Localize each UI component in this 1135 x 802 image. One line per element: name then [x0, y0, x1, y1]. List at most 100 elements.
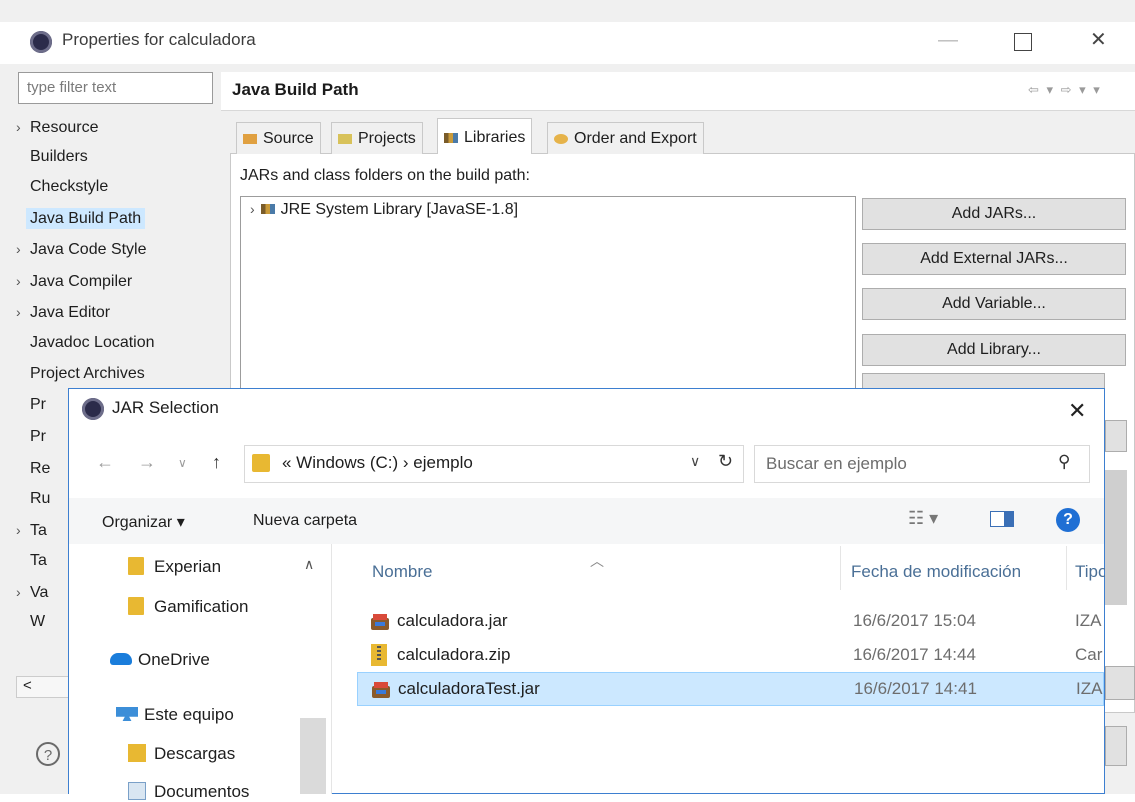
navigation-scrollbar-thumb[interactable]	[300, 718, 326, 794]
tree-item-javadoc-location[interactable]: Javadoc Location	[16, 328, 155, 358]
address-path[interactable]: « Windows (C:) › ejemplo	[282, 453, 473, 473]
zip-icon	[371, 644, 387, 666]
tree-item-checkstyle[interactable]: Checkstyle	[16, 172, 108, 202]
tree-item-label: Project Archives	[30, 365, 145, 382]
tab-source[interactable]: Source	[236, 122, 321, 154]
expand-arrow-icon[interactable]: ›	[250, 201, 255, 217]
folder-icon	[128, 597, 144, 615]
preview-pane-icon[interactable]	[990, 511, 1014, 527]
tree-item-partial[interactable]: › Va	[16, 577, 48, 607]
tree-item-label: Checkstyle	[30, 178, 109, 195]
add-library-button[interactable]: Add Library...	[862, 334, 1126, 366]
tab-label: Libraries	[464, 129, 526, 146]
tree-item-label: Javadoc Location	[30, 334, 155, 351]
expand-arrow-icon[interactable]: ›	[16, 112, 30, 142]
help-icon[interactable]: ?	[36, 742, 60, 766]
add-external-jars-button[interactable]: Add External JARs...	[862, 243, 1126, 275]
tree-item-java-compiler[interactable]: › Java Compiler	[16, 266, 132, 296]
tree-item-partial[interactable]: Pr	[16, 390, 46, 420]
tab-order-and-export[interactable]: Order and Export	[547, 122, 704, 154]
tree-item-java-build-path[interactable]: Java Build Path	[16, 204, 146, 234]
expand-arrow-icon[interactable]: ›	[16, 297, 30, 327]
dialog-toolbar	[69, 498, 1104, 544]
order-export-icon	[554, 133, 568, 144]
filter-input[interactable]: type filter text	[18, 72, 213, 104]
tree-item-java-code-style[interactable]: › Java Code Style	[16, 234, 147, 264]
new-folder-button[interactable]: Nueva carpeta	[253, 512, 357, 530]
nav-item-label: Documentos	[154, 782, 250, 801]
tree-item-partial[interactable]: › Ta	[16, 515, 47, 545]
recent-dropdown-icon[interactable]: ∨	[178, 456, 187, 470]
tree-item-partial[interactable]: Re	[16, 454, 50, 484]
tree-item-builders[interactable]: Builders	[16, 142, 88, 172]
jre-label: JRE System Library [JavaSE-1.8]	[280, 201, 519, 218]
side-button-partial[interactable]	[1105, 726, 1127, 766]
add-variable-button[interactable]: Add Variable...	[862, 288, 1126, 320]
nav-item-este-equipo[interactable]: Este equipo	[116, 705, 234, 725]
tree-item-project-archives[interactable]: Project Archives	[16, 359, 145, 389]
column-header-type[interactable]: Tipo	[1075, 562, 1105, 582]
tree-item-partial[interactable]: Ru	[16, 484, 50, 514]
scroll-left-icon[interactable]: <	[23, 677, 32, 694]
column-divider[interactable]	[1066, 546, 1067, 590]
help-icon[interactable]: ?	[1056, 508, 1080, 532]
nav-item-label: OneDrive	[138, 650, 210, 669]
up-arrow-icon[interactable]: ↑	[212, 452, 221, 473]
column-header-date[interactable]: Fecha de modificación	[851, 562, 1021, 582]
column-divider[interactable]	[840, 546, 841, 590]
refresh-icon[interactable]: ↻	[718, 451, 733, 472]
nav-item-experian[interactable]: Experian	[128, 557, 221, 577]
download-icon	[128, 744, 146, 762]
file-date: 16/6/2017 15:04	[853, 611, 976, 630]
tree-item-partial[interactable]: W	[16, 607, 45, 637]
nav-item-onedrive[interactable]: OneDrive	[110, 650, 210, 670]
organize-button[interactable]: Organizar ▾	[102, 512, 185, 532]
maximize-icon[interactable]	[1014, 33, 1032, 51]
tree-item-partial[interactable]: Ta	[16, 546, 47, 576]
build-path-label: JARs and class folders on the build path…	[240, 167, 530, 184]
projects-folder-icon	[338, 133, 352, 144]
add-jars-button[interactable]: Add JARs...	[862, 198, 1126, 230]
side-button-partial[interactable]	[1105, 420, 1127, 452]
tree-item-resource[interactable]: › Resource	[16, 112, 98, 142]
file-name: calculadora.jar	[397, 611, 508, 630]
expand-arrow-icon[interactable]: ›	[16, 577, 30, 607]
dialog-title: JAR Selection	[112, 398, 219, 417]
nav-item-descargas[interactable]: Descargas	[128, 744, 235, 764]
computer-icon	[116, 707, 138, 721]
view-options-icon[interactable]: ☷ ▾	[908, 508, 938, 529]
tab-projects[interactable]: Projects	[331, 122, 423, 154]
side-button-partial[interactable]	[1105, 470, 1127, 605]
tree-item-label: Ta	[30, 552, 47, 569]
close-icon[interactable]: ✕	[1068, 398, 1086, 424]
expand-arrow-icon[interactable]: ›	[16, 234, 30, 264]
expand-arrow-icon[interactable]: ›	[16, 266, 30, 296]
tree-item-partial[interactable]: Pr	[16, 422, 46, 452]
history-nav-icon[interactable]: ⇦ ▾ ⇨ ▾ ▾	[1028, 82, 1102, 98]
forward-arrow-icon[interactable]: →	[138, 452, 156, 473]
search-icon[interactable]: ⚲	[1058, 452, 1070, 472]
file-date: 16/6/2017 14:44	[853, 645, 976, 664]
nav-item-label: Gamification	[154, 597, 249, 616]
nav-item-documentos[interactable]: Documentos	[128, 782, 249, 802]
close-icon[interactable]: ✕	[1090, 30, 1107, 50]
back-arrow-icon[interactable]: ←	[96, 452, 114, 473]
libraries-icon	[444, 132, 458, 143]
file-row-calculadoratest-jar[interactable]: calculadoraTest.jar 16/6/2017 14:41 IZA	[357, 672, 1104, 706]
column-header-name[interactable]: Nombre	[372, 562, 432, 582]
page-title: Java Build Path	[232, 80, 359, 99]
list-item-jre[interactable]: › JRE System Library [JavaSE-1.8]	[250, 201, 518, 219]
scroll-up-icon[interactable]: ∧	[304, 556, 314, 573]
add-class-folder-button[interactable]	[862, 373, 1105, 388]
tree-item-label: Pr	[30, 428, 46, 445]
address-dropdown-icon[interactable]: ∨	[690, 453, 700, 470]
tab-libraries[interactable]: Libraries	[437, 118, 533, 154]
side-button-partial[interactable]	[1105, 666, 1135, 700]
file-row-calculadora-jar[interactable]: calculadora.jar 16/6/2017 15:04 IZA	[357, 605, 1104, 639]
nav-item-gamification[interactable]: Gamification	[128, 597, 248, 617]
minimize-icon[interactable]: —	[938, 30, 958, 50]
file-row-calculadora-zip[interactable]: calculadora.zip 16/6/2017 14:44 Car	[357, 639, 1104, 673]
expand-arrow-icon[interactable]: ›	[16, 515, 30, 545]
tree-item-label: Ru	[30, 490, 51, 507]
tree-item-java-editor[interactable]: › Java Editor	[16, 297, 110, 327]
